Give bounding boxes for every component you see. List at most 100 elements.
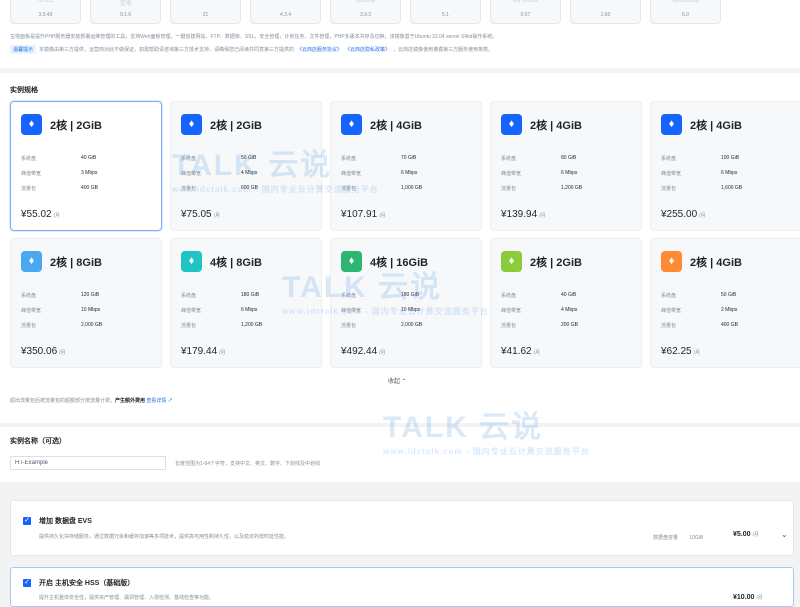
spec-price: ¥62.25/月 xyxy=(661,346,700,357)
spec-title: 2核 | 8GiB xyxy=(50,257,102,269)
disk-label: 系统盘 xyxy=(341,156,357,162)
view-details-link[interactable]: 查看详情 ↗ xyxy=(146,398,172,404)
image-chip[interactable]: 21 xyxy=(170,0,241,24)
instance-name-input[interactable] xyxy=(10,456,166,470)
hss-checkbox[interactable]: ✓ xyxy=(23,579,31,587)
spec-bandwidth-row: 峰值带宽 6 Mbps xyxy=(341,170,451,177)
spec-traffic-row: 流量包 400 GB xyxy=(661,322,771,329)
spec-card[interactable]: ♦ 2核 | 2GiB 系统盘 40 GiB 峰值带宽 4 Mbps 流量包 200 GB ¥4… xyxy=(490,238,642,368)
image-version: 5.1 xyxy=(442,12,449,18)
spec-traffic-row: 流量包 200 GB xyxy=(501,322,611,329)
traffic-label: 流量包 xyxy=(341,323,357,329)
disk-value: 100 GiB xyxy=(721,155,740,161)
traffic-value: 1,600 GB xyxy=(721,185,743,191)
spec-title: 2核 | 2GiB xyxy=(50,120,102,132)
evs-price: ¥5.00/月 xyxy=(733,531,759,538)
spec-card[interactable]: ♦ 2核 | 8GiB 系统盘 120 GiB 峰值带宽 10 Mbps 流量包 2,000 … xyxy=(10,238,162,368)
diamond-icon: ♦ xyxy=(181,114,202,135)
privacy-policy-link[interactable]: 《云商店隐私政策》 xyxy=(345,46,390,53)
hss-price-unit: /月 xyxy=(756,595,763,601)
spec-section-title: 实例规格 xyxy=(10,87,38,94)
image-chip[interactable]: 5.1 xyxy=(410,0,481,24)
price-value: ¥55.02 xyxy=(21,209,52,220)
notice-text: 本镜像由第三方提供，运营商对此不做保证，如需帮助请咨询第三方技术支持，请确保您已… xyxy=(39,47,295,53)
price-value: ¥41.62 xyxy=(501,346,532,357)
disk-label: 系统盘 xyxy=(661,293,677,299)
image-version: 0.67 xyxy=(520,12,531,18)
diamond-icon: ♦ xyxy=(661,114,682,135)
disk-value: 50 GiB xyxy=(721,292,737,298)
image-version: 9.1.6 xyxy=(119,12,132,18)
price-value: ¥492.44 xyxy=(341,346,378,357)
traffic-value: 1,200 GB xyxy=(561,185,583,191)
image-name: Nextcloud xyxy=(672,0,699,4)
instance-name-hint: 长度范围为1-64个字符，支持中文、英文、数字、下划线及中划线 xyxy=(175,461,321,467)
spec-card[interactable]: ♦ 2核 | 2GiB 系统盘 50 GiB 峰值带宽 4 Mbps 流量包 600 GB ¥7… xyxy=(170,101,322,231)
evs-spec-label: 数据盘容量 xyxy=(653,535,679,541)
spec-title: 4核 | 16GiB xyxy=(370,257,429,269)
traffic-note: 超出流量包后按流量包的超额部分按流量计费，产生额外费用 查看详情 ↗ xyxy=(10,397,173,404)
notice-tag: 温馨提示 xyxy=(10,45,37,54)
notice-tail: ，云商店镜像使用遵循第三方服务使用条款。 xyxy=(393,47,494,53)
diamond-icon: ♦ xyxy=(341,114,362,135)
diamond-icon: ♦ xyxy=(181,251,202,272)
traffic-label: 流量包 xyxy=(181,186,197,192)
spec-card[interactable]: ♦ 2核 | 4GiB 系统盘 70 GiB 峰值带宽 6 Mbps 流量包 1,000 GB… xyxy=(330,101,482,231)
image-version: 4.3.4 xyxy=(279,12,292,18)
chevron-down-icon[interactable]: ⌄ xyxy=(781,530,788,539)
disk-label: 系统盘 xyxy=(501,293,517,299)
collapse-toggle[interactable]: 收起 ⌃ xyxy=(388,376,407,385)
image-chip[interactable]: RHEL 3.0.43 xyxy=(10,0,81,24)
bandwidth-label: 峰值带宽 xyxy=(661,171,682,177)
traffic-note-bold: 产生额外费用 xyxy=(115,398,146,404)
image-version: 3.0.43 xyxy=(38,12,53,18)
price-unit: /月 xyxy=(213,213,220,219)
spec-traffic-row: 流量包 1,200 GB xyxy=(501,185,611,192)
traffic-note-text: 超出流量包后按流量包的超额部分按流量计费， xyxy=(10,398,116,404)
image-version: 3.9.3 xyxy=(359,12,372,18)
spec-card[interactable]: ♦ 4核 | 16GiB 系统盘 180 GiB 峰值带宽 10 Mbps 流量包 2,000… xyxy=(330,238,482,368)
spec-traffic-row: 流量包 1,200 GB xyxy=(181,322,291,329)
bandwidth-value: 10 Mbps xyxy=(81,307,101,313)
disk-label: 系统盘 xyxy=(181,156,197,162)
price-unit: /月 xyxy=(379,350,386,356)
evs-checkbox[interactable]: ✓ xyxy=(23,517,31,525)
spec-card[interactable]: ♦ 2核 | 2GiB 系统盘 40 GiB 峰值带宽 3 Mbps 流量包 400 GB ¥5… xyxy=(10,101,162,231)
price-value: ¥75.05 xyxy=(181,209,212,220)
spec-card[interactable]: ♦ 2核 | 4GiB 系统盘 100 GiB 峰值带宽 6 Mbps 流量包 1,600 G… xyxy=(650,101,800,231)
diamond-icon: ♦ xyxy=(341,251,362,272)
spec-disk-row: 系统盘 180 GiB xyxy=(341,292,451,299)
spec-card[interactable]: ♦ 2核 | 4GiB 系统盘 50 GiB 峰值带宽 2 Mbps 流量包 400 GB ¥6… xyxy=(650,238,800,368)
image-name: 宝塔 xyxy=(119,1,132,7)
spec-bandwidth-row: 峰值带宽 4 Mbps xyxy=(181,170,291,177)
bandwidth-label: 峰值带宽 xyxy=(661,308,682,314)
spec-bandwidth-row: 峰值带宽 4 Mbps xyxy=(501,307,611,314)
image-chip[interactable]: Joomla 3.9.3 xyxy=(330,0,401,24)
price-unit: /月 xyxy=(219,350,226,356)
spec-card[interactable]: ♦ 2核 | 4GiB 系统盘 80 GiB 峰值带宽 6 Mbps 流量包 1,200 GB… xyxy=(490,101,642,231)
image-chip[interactable]: 4.3.4 xyxy=(250,0,321,24)
spec-traffic-row: 流量包 1,000 GB xyxy=(341,185,451,192)
price-unit: /月 xyxy=(53,213,60,219)
bandwidth-label: 峰值带宽 xyxy=(181,308,202,314)
image-chip[interactable]: 1.60 xyxy=(570,0,641,24)
traffic-value: 2,000 GB xyxy=(81,322,103,328)
image-version: 21 xyxy=(202,12,209,18)
instance-name-panel xyxy=(0,427,800,482)
bandwidth-value: 6 Mbps xyxy=(401,170,418,176)
diamond-icon: ♦ xyxy=(661,251,682,272)
spec-price: ¥350.06/月 xyxy=(21,346,66,357)
price-value: ¥350.06 xyxy=(21,346,58,357)
image-chip[interactable]: 宝塔 9.1.6 xyxy=(90,0,161,24)
addon-evs: ✓ 增加 数据盘 EVS 提供持久化块存储服务，通过数据冗余和缓存加速等多项技术… xyxy=(10,500,794,556)
spec-card[interactable]: ♦ 4核 | 8GiB 系统盘 180 GiB 峰值带宽 6 Mbps 流量包 1,200 G… xyxy=(170,238,322,368)
traffic-value: 400 GB xyxy=(81,185,98,191)
image-chip[interactable]: My Office 0.67 xyxy=(490,0,561,24)
spec-traffic-row: 流量包 2,000 GB xyxy=(341,322,451,329)
service-agreement-link[interactable]: 《云商店服务协议》 xyxy=(297,46,342,53)
traffic-value: 200 GB xyxy=(561,322,578,328)
image-chip[interactable]: Nextcloud 6.0 xyxy=(650,0,721,24)
disk-label: 系统盘 xyxy=(21,293,37,299)
spec-title: 2核 | 4GiB xyxy=(530,120,582,132)
traffic-label: 流量包 xyxy=(341,186,357,192)
